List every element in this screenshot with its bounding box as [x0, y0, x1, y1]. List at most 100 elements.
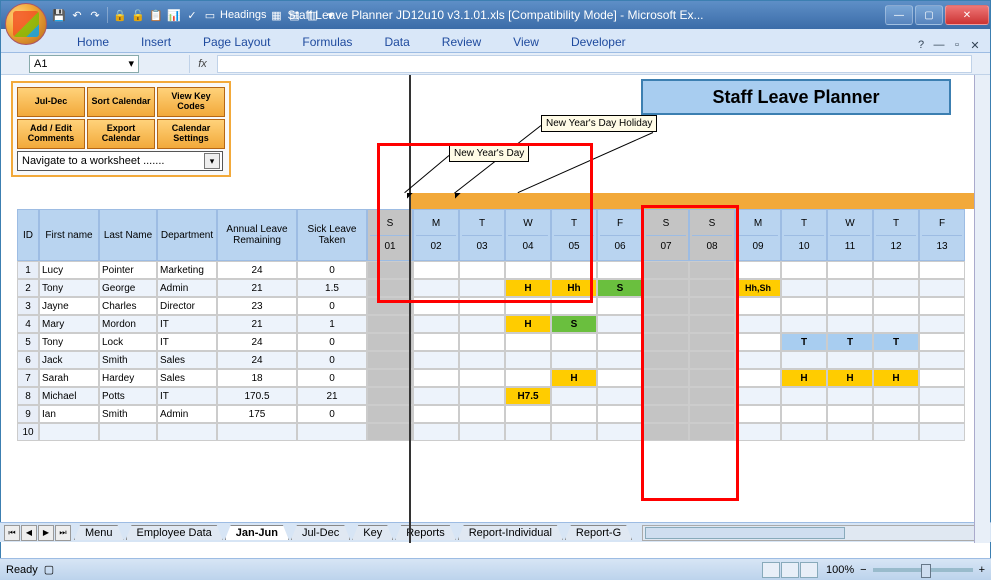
- view-page-break-button[interactable]: [800, 562, 818, 578]
- zoom-out-button[interactable]: −: [860, 564, 866, 576]
- window-icon[interactable]: ▭: [202, 7, 218, 23]
- cell-day[interactable]: [873, 351, 919, 369]
- cell-day[interactable]: [919, 261, 965, 279]
- cell-day[interactable]: [597, 369, 643, 387]
- sheet-tab-report-g[interactable]: Report-G: [565, 525, 632, 540]
- headings-toggle[interactable]: Headings: [220, 7, 266, 23]
- cell-day[interactable]: [459, 423, 505, 441]
- cell-annual-leave[interactable]: 24: [217, 351, 297, 369]
- cell-day[interactable]: [551, 387, 597, 405]
- cell-annual-leave[interactable]: 21: [217, 279, 297, 297]
- cell-day[interactable]: [459, 315, 505, 333]
- cell-day[interactable]: [505, 405, 551, 423]
- cell-day[interactable]: [919, 297, 965, 315]
- cell-day[interactable]: [643, 279, 689, 297]
- view-normal-icon[interactable]: ▦: [268, 7, 284, 23]
- cell-day[interactable]: [735, 351, 781, 369]
- cell-day[interactable]: [919, 333, 965, 351]
- cell-day[interactable]: [367, 369, 413, 387]
- check-icon[interactable]: ✓: [184, 7, 200, 23]
- cell-day[interactable]: [459, 351, 505, 369]
- zoom-in-button[interactable]: +: [979, 564, 985, 576]
- cell-day[interactable]: [735, 333, 781, 351]
- cell-day[interactable]: [827, 261, 873, 279]
- cell-day[interactable]: [459, 405, 505, 423]
- cell-day[interactable]: [643, 333, 689, 351]
- cell-day[interactable]: [781, 387, 827, 405]
- cell-day[interactable]: [781, 297, 827, 315]
- sheet-tab-jul-dec[interactable]: Jul-Dec: [291, 525, 350, 540]
- cell-day[interactable]: [873, 297, 919, 315]
- btn-calendar-settings[interactable]: Calendar Settings: [157, 119, 225, 149]
- cell-annual-leave[interactable]: 21: [217, 315, 297, 333]
- save-icon[interactable]: 💾: [51, 7, 67, 23]
- cell-first-name[interactable]: Mary: [39, 315, 99, 333]
- cell-day[interactable]: [827, 315, 873, 333]
- cell-day[interactable]: [459, 261, 505, 279]
- cell-day[interactable]: [413, 387, 459, 405]
- tab-view[interactable]: View: [497, 31, 555, 52]
- cell-day[interactable]: [689, 333, 735, 351]
- cell-day[interactable]: [413, 369, 459, 387]
- cell-day[interactable]: [551, 261, 597, 279]
- cell-annual-leave[interactable]: 18: [217, 369, 297, 387]
- tab-insert[interactable]: Insert: [125, 31, 187, 52]
- cell-day[interactable]: [459, 333, 505, 351]
- cell-sick-leave[interactable]: 0: [297, 369, 367, 387]
- cell-day[interactable]: T: [827, 333, 873, 351]
- cell-last-name[interactable]: Smith: [99, 351, 157, 369]
- cell-day[interactable]: S: [597, 279, 643, 297]
- cell-annual-leave[interactable]: 170.5: [217, 387, 297, 405]
- undo-icon[interactable]: ↶: [69, 7, 85, 23]
- cell-day[interactable]: [597, 261, 643, 279]
- cell-day[interactable]: [689, 387, 735, 405]
- chevron-down-icon[interactable]: ▾: [204, 153, 220, 169]
- sheet-tab-employee-data[interactable]: Employee Data: [126, 525, 223, 540]
- cell-day[interactable]: T: [873, 333, 919, 351]
- cell-day[interactable]: [505, 261, 551, 279]
- cell-day[interactable]: H: [781, 369, 827, 387]
- cell-last-name[interactable]: Lock: [99, 333, 157, 351]
- cell-day[interactable]: [505, 423, 551, 441]
- cell-day[interactable]: [873, 423, 919, 441]
- tab-nav-next[interactable]: ▶: [38, 525, 54, 541]
- cell-day[interactable]: S: [551, 315, 597, 333]
- zoom-slider[interactable]: [873, 568, 973, 572]
- redo-icon[interactable]: ↷: [87, 7, 103, 23]
- cell-day[interactable]: [735, 387, 781, 405]
- cell-day[interactable]: [413, 297, 459, 315]
- cell-annual-leave[interactable]: 24: [217, 333, 297, 351]
- cell-day[interactable]: [413, 261, 459, 279]
- cell-day[interactable]: [781, 423, 827, 441]
- cell-day[interactable]: T: [781, 333, 827, 351]
- tab-nav-prev[interactable]: ◀: [21, 525, 37, 541]
- cell-last-name[interactable]: Mordon: [99, 315, 157, 333]
- cell-day[interactable]: [643, 423, 689, 441]
- cell-day[interactable]: [873, 279, 919, 297]
- cell-sick-leave[interactable]: 21: [297, 387, 367, 405]
- cell-day[interactable]: [689, 279, 735, 297]
- cell-day[interactable]: [735, 297, 781, 315]
- tab-home[interactable]: Home: [61, 31, 125, 52]
- cell-first-name[interactable]: [39, 423, 99, 441]
- cell-day[interactable]: [551, 333, 597, 351]
- navigate-worksheet-combo[interactable]: Navigate to a worksheet ....... ▾: [17, 151, 223, 171]
- cell-day[interactable]: [735, 369, 781, 387]
- close-button[interactable]: ✕: [945, 5, 989, 25]
- view-normal-button[interactable]: [762, 562, 780, 578]
- cell-day[interactable]: [413, 279, 459, 297]
- cell-department[interactable]: Admin: [157, 279, 217, 297]
- cell-day[interactable]: [827, 351, 873, 369]
- cell-day[interactable]: [873, 315, 919, 333]
- cell-day[interactable]: [827, 297, 873, 315]
- cell-day[interactable]: [919, 423, 965, 441]
- cell-day[interactable]: [597, 387, 643, 405]
- cell-day[interactable]: [689, 351, 735, 369]
- cell-day[interactable]: [505, 333, 551, 351]
- cell-department[interactable]: Director: [157, 297, 217, 315]
- btn-add-edit-comments[interactable]: Add / Edit Comments: [17, 119, 85, 149]
- cell-day[interactable]: [459, 369, 505, 387]
- cell-day[interactable]: [367, 261, 413, 279]
- cell-day[interactable]: [643, 261, 689, 279]
- cell-day[interactable]: [597, 405, 643, 423]
